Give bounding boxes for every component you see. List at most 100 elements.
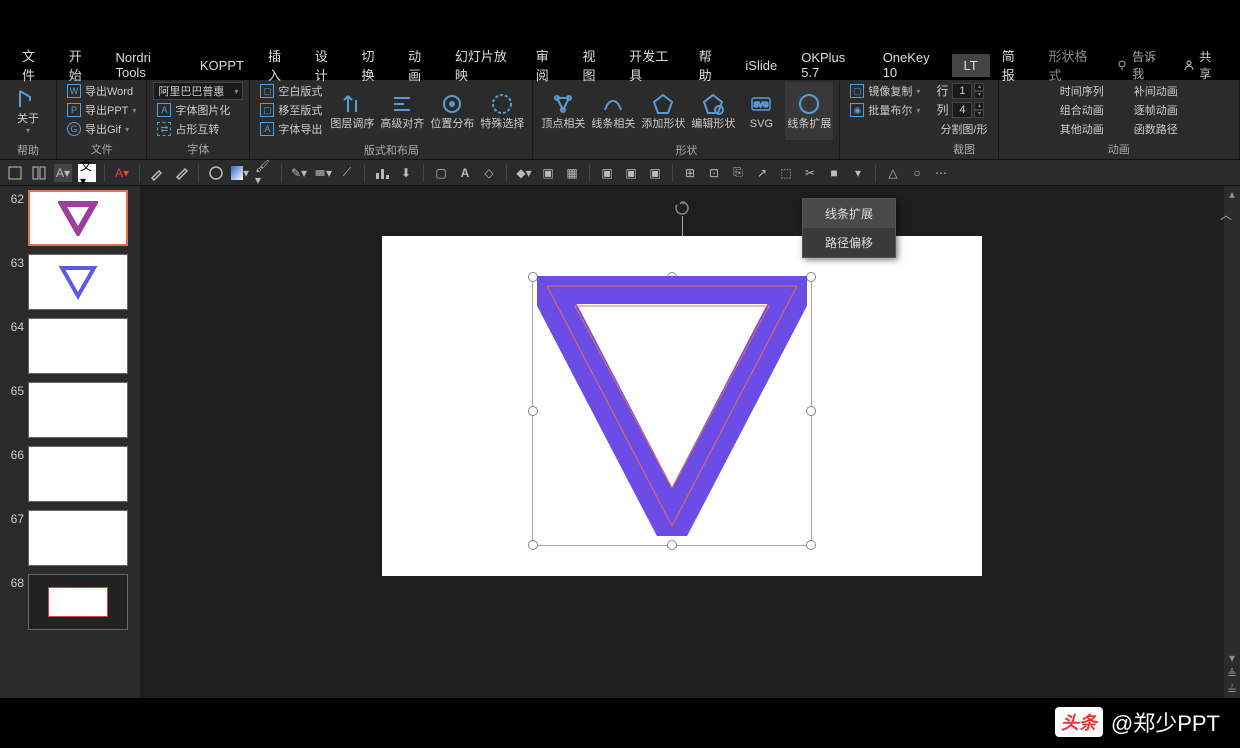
blank-layout[interactable]: ▢空白版式 [256, 82, 326, 100]
misc1-icon[interactable]: ⊞ [681, 164, 699, 182]
mirror-copy[interactable]: ▢镜像复制▾ [846, 82, 924, 100]
eyedropper-icon[interactable] [148, 164, 166, 182]
misc2-icon[interactable]: ⊡ [705, 164, 723, 182]
thumb-68[interactable]: 68 [4, 574, 136, 630]
scroll-up[interactable]: ▴ [1224, 186, 1240, 202]
textbox-wen[interactable]: 文▾ [78, 164, 96, 182]
rect-icon[interactable]: ▾ [314, 164, 332, 182]
slide-thumbnails[interactable]: 62 63 64 65 66 67 68 [0, 186, 140, 698]
thumb-63[interactable]: 63 [4, 254, 136, 310]
text-a-icon[interactable]: A [456, 164, 474, 182]
font-to-image[interactable]: A字体图片化 [153, 101, 243, 119]
handle-br[interactable] [806, 540, 816, 550]
font-select[interactable]: 阿里巴巴普惠▾ [153, 82, 243, 100]
svg-btn[interactable]: SVGSVG [739, 82, 783, 140]
line-related[interactable]: 线条相关 [589, 82, 637, 140]
misc4-icon[interactable]: ↗ [753, 164, 771, 182]
handle-mr[interactable] [806, 406, 816, 416]
export-gif[interactable]: G导出Gif▾ [63, 120, 140, 138]
edit-shape[interactable]: 编辑形状 [689, 82, 737, 140]
move-layout[interactable]: ▢移至版式 [256, 101, 326, 119]
handle-tr[interactable] [806, 272, 816, 282]
slide-canvas[interactable] [382, 236, 982, 576]
paint-icon[interactable]: 🖌▾ [255, 164, 273, 182]
square2-icon[interactable]: ■ [825, 164, 843, 182]
batch-bool[interactable]: ◉批量布尔▾ [846, 101, 924, 119]
thumb-67[interactable]: 67 [4, 510, 136, 566]
font-color[interactable]: A▾ [113, 164, 131, 182]
split-image[interactable]: 分割图/形 [936, 120, 991, 138]
misc3-icon[interactable]: ⎘ [729, 164, 747, 182]
thumb-66[interactable]: 66 [4, 446, 136, 502]
handle-bl[interactable] [528, 540, 538, 550]
dropdown-path-offset[interactable]: 路径偏移 [803, 228, 895, 257]
tool-2[interactable] [30, 164, 48, 182]
circle2-icon[interactable]: ○ [908, 164, 926, 182]
timeline[interactable]: 时间序列 [1056, 82, 1108, 100]
other-anim[interactable]: 其他动画 [1056, 120, 1108, 138]
export-ppt[interactable]: P导出PPT▾ [63, 101, 140, 119]
pen-icon[interactable]: ✎▾ [290, 164, 308, 182]
menu-okplus[interactable]: OKPlus 5.7 [789, 46, 870, 84]
func-path[interactable]: 函数路径 [1130, 120, 1182, 138]
group-icon[interactable]: ▣ [646, 164, 664, 182]
row-spinner[interactable]: 1▴▾ [952, 83, 984, 99]
dropdown-icon[interactable]: ▾ [849, 164, 867, 182]
send-back-icon[interactable]: ▣ [622, 164, 640, 182]
adv-align[interactable]: 高级对齐 [378, 82, 426, 140]
group-anim: 时间序列 组合动画 其他动画 补间动画 逐帧动画 函数路径 动画 [999, 80, 1240, 159]
menu-onekey[interactable]: OneKey 10 [871, 46, 952, 84]
menu-lt[interactable]: LT [952, 54, 990, 77]
prev-slide[interactable]: ≜ [1224, 666, 1240, 682]
menu-koppt[interactable]: KOPPT [188, 54, 256, 77]
col-spinner[interactable]: 4▴▾ [952, 102, 984, 118]
thumb-64[interactable]: 64 [4, 318, 136, 374]
chart-icon[interactable] [373, 164, 391, 182]
frame-anim[interactable]: 逐帧动画 [1130, 101, 1182, 119]
quick-toolbar: A▾ 文▾ A▾ ▾ 🖌▾ ✎▾ ▾ ⟋ ⬇ ▢ A ◇ ◆▾ ▣ ▦ ▣ ▣ … [0, 160, 1240, 186]
next-slide[interactable]: ≟ [1224, 682, 1240, 698]
export-word[interactable]: W导出Word [63, 82, 140, 100]
tag-icon[interactable]: ◆▾ [515, 164, 533, 182]
tween-anim[interactable]: 补间动画 [1130, 82, 1182, 100]
more-icon[interactable]: ⋯ [932, 164, 950, 182]
crop-icon[interactable]: ✂ [801, 164, 819, 182]
download-icon[interactable]: ⬇ [397, 164, 415, 182]
vertical-scrollbar[interactable]: ▴ ▾ ≜ ≟ [1224, 186, 1240, 698]
add-shape[interactable]: 添加形状 [639, 82, 687, 140]
scroll-down[interactable]: ▾ [1224, 650, 1240, 666]
square-icon[interactable]: ▢ [432, 164, 450, 182]
diamond-icon[interactable]: ◇ [480, 164, 498, 182]
misc5-icon[interactable]: ⬚ [777, 164, 795, 182]
bring-front-icon[interactable]: ▣ [598, 164, 616, 182]
combo-anim[interactable]: 组合动画 [1056, 101, 1108, 119]
thumb-62[interactable]: 62 [4, 190, 136, 246]
group-label: 动画 [1005, 139, 1234, 159]
textbox-a[interactable]: A▾ [54, 164, 72, 182]
eyedrop2-icon[interactable]: ⟋ [338, 164, 356, 182]
layer1-icon[interactable]: ▣ [539, 164, 557, 182]
tool-1[interactable] [6, 164, 24, 182]
triangle-shape[interactable] [537, 276, 807, 536]
dropdown-line-expand[interactable]: 线条扩展 [803, 199, 895, 228]
brush-icon[interactable] [172, 164, 190, 182]
rotation-handle[interactable] [674, 200, 690, 216]
about-button[interactable]: 关于▾ [6, 82, 50, 140]
special-select[interactable]: 特殊选择 [478, 82, 526, 140]
fill-swatch[interactable]: ▾ [231, 164, 249, 182]
circle-icon[interactable] [207, 164, 225, 182]
line-expand[interactable]: 线条扩展 [785, 82, 833, 140]
triangle-icon[interactable]: △ [884, 164, 902, 182]
menu-islide[interactable]: iSlide [733, 54, 789, 77]
layer-order[interactable]: 图层调序 [328, 82, 376, 140]
font-export[interactable]: A字体导出 [256, 120, 326, 138]
col-label: 列 [936, 101, 948, 118]
menu-nordri[interactable]: Nordri Tools [103, 46, 187, 84]
layer2-icon[interactable]: ▦ [563, 164, 581, 182]
shape-swap[interactable]: ⇄占形互转 [153, 120, 243, 138]
handle-bc[interactable] [667, 540, 677, 550]
canvas[interactable] [140, 186, 1224, 698]
vertex[interactable]: 顶点相关 [539, 82, 587, 140]
position-dist[interactable]: 位置分布 [428, 82, 476, 140]
thumb-65[interactable]: 65 [4, 382, 136, 438]
